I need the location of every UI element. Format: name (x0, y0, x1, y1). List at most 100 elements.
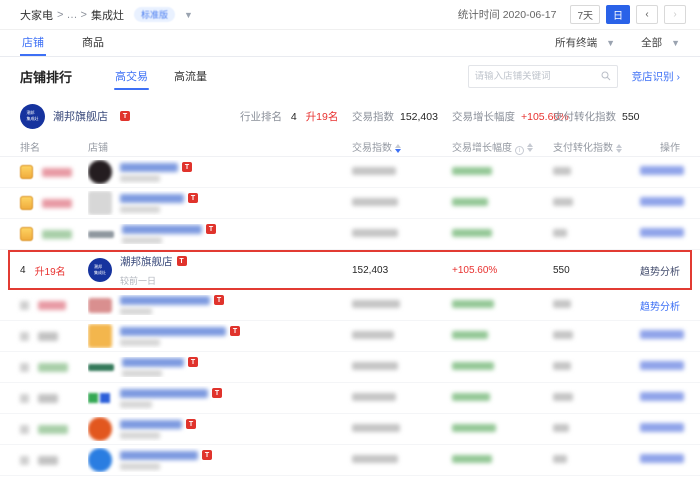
tmall-badge-icon: T (188, 357, 198, 367)
compare-label-redacted (120, 206, 160, 213)
breadcrumb-current[interactable]: 集成灶 (91, 7, 124, 23)
shop-name-redacted[interactable] (122, 225, 202, 234)
trend-analysis-link-redacted[interactable] (640, 228, 684, 237)
shop-logo (88, 160, 112, 184)
shop-row: T (0, 445, 700, 476)
breadcrumb-root[interactable]: 大家电 (20, 7, 53, 23)
version-badge: 标准版 (134, 7, 175, 22)
rank-number-redacted (20, 425, 29, 434)
shop-name-redacted[interactable] (120, 194, 184, 203)
conversion-redacted (553, 424, 569, 432)
shop-name[interactable]: 潮邦旗舰店 (120, 254, 173, 269)
subtab-high-trade[interactable]: 高交易 (114, 58, 149, 94)
summary-industry-rank: 行业排名 4 升19名 (240, 109, 352, 124)
rank-change-redacted (42, 199, 72, 208)
rank-number-redacted (20, 394, 29, 403)
trade-index-redacted (352, 198, 398, 206)
tmall-badge-icon: T (177, 256, 187, 266)
rank-change: 升19名 (35, 263, 66, 278)
shop-logo (88, 386, 112, 410)
section-header: 店铺排行 高交易 高流量 竞店识别 › (0, 57, 700, 95)
col-growth[interactable]: 交易增长幅度i (452, 139, 553, 155)
shop-name-redacted[interactable] (120, 327, 226, 336)
trade-index-redacted (352, 424, 400, 432)
rank-change-redacted (38, 363, 68, 372)
next-day-button[interactable]: › (664, 5, 686, 24)
conversion-value: 550 (553, 265, 640, 276)
tmall-badge-icon: T (212, 388, 222, 398)
stat-time-label: 统计时间 2020-06-17 (458, 7, 557, 22)
trend-analysis-link[interactable]: 趋势分析 (640, 302, 680, 313)
chevron-down-icon[interactable]: ▼ (184, 10, 193, 20)
shop-avatar: 潮邦集成灶 (20, 104, 45, 129)
tab-product[interactable]: 商品 (80, 30, 106, 56)
growth-redacted (452, 362, 494, 370)
shop-name-redacted[interactable] (120, 163, 178, 172)
trend-analysis-link-redacted[interactable] (640, 454, 684, 463)
shop-logo (88, 191, 112, 215)
trend-analysis-link-redacted[interactable] (640, 423, 684, 432)
shop-name-redacted[interactable] (120, 296, 210, 305)
shop-name-redacted[interactable] (120, 420, 182, 429)
prev-day-button[interactable]: ‹ (636, 5, 658, 24)
top-bar: 大家电 > … > 集成灶 标准版 ▼ 统计时间 2020-06-17 7天 日… (0, 0, 700, 30)
main-tab-bar: 店铺 商品 所有终端 ▼ 全部 ▼ (0, 30, 700, 57)
conversion-redacted (553, 229, 567, 237)
shop-logo (88, 448, 112, 472)
tab-shop[interactable]: 店铺 (20, 30, 46, 56)
sort-icon (616, 144, 622, 153)
conversion-redacted (553, 455, 567, 463)
compare-label-redacted (122, 370, 162, 377)
trend-analysis-link-redacted[interactable] (640, 392, 684, 401)
table-header: 排名 店铺 交易指数 交易增长幅度i 支付转化指数 操作 (0, 137, 700, 157)
tmall-badge-icon: T (188, 193, 198, 203)
shop-avatar: 潮邦集成灶 (88, 258, 112, 282)
terminal-filter-label: 所有终端 (555, 35, 597, 50)
col-action: 操作 (640, 139, 680, 154)
tmall-badge-icon: T (206, 224, 216, 234)
trend-analysis-link-redacted[interactable] (640, 197, 684, 206)
arrow-right-icon: › (677, 71, 681, 83)
trend-analysis-link[interactable]: 趋势分析 (640, 267, 680, 278)
shop-name-redacted[interactable] (122, 358, 184, 367)
rank-number-redacted (20, 456, 29, 465)
conversion-redacted (553, 331, 573, 339)
trade-index-redacted (352, 300, 400, 308)
compare-label-redacted (120, 308, 152, 315)
terminal-filter-dropdown[interactable]: 所有终端 ▼ (555, 35, 615, 50)
shop-logo (88, 364, 114, 371)
competitor-identify-label: 竞店识别 (632, 71, 674, 83)
scope-filter-label: 全部 (641, 35, 662, 50)
conversion-redacted (553, 198, 573, 206)
growth-redacted (452, 424, 496, 432)
summary-growth: 交易增长幅度+105.60% (452, 109, 553, 124)
col-shop: 店铺 (88, 139, 352, 154)
competitor-identify-link[interactable]: 竞店识别 › (632, 69, 680, 84)
growth-redacted (452, 393, 490, 401)
trend-analysis-link-redacted[interactable] (640, 361, 684, 370)
range-day-button[interactable]: 日 (606, 5, 630, 24)
col-conversion[interactable]: 支付转化指数 (553, 139, 640, 154)
shop-search-box[interactable] (468, 65, 618, 88)
summary-conversion: 支付转化指数550 (553, 109, 680, 124)
shop-row: T (0, 414, 700, 445)
shop-row: T (0, 188, 700, 219)
shop-row: T (0, 321, 700, 352)
shop-name-redacted[interactable] (120, 451, 198, 460)
tmall-badge-icon: T (186, 419, 196, 429)
search-input[interactable] (475, 71, 601, 82)
scope-filter-dropdown[interactable]: 全部 ▼ (641, 35, 680, 50)
subtab-high-traffic[interactable]: 高流量 (173, 58, 208, 94)
growth-redacted (452, 229, 492, 237)
shop-name-redacted[interactable] (120, 389, 208, 398)
shop-row: T (0, 383, 700, 414)
col-trade-index[interactable]: 交易指数 (352, 139, 452, 154)
compare-label-redacted (120, 339, 160, 346)
shop-logo (88, 324, 112, 348)
trend-analysis-link-redacted[interactable] (640, 166, 684, 175)
conversion-redacted (553, 362, 571, 370)
shop-logo (88, 417, 112, 441)
trend-analysis-link-redacted[interactable] (640, 330, 684, 339)
range-7d-button[interactable]: 7天 (570, 5, 600, 24)
summary-shop-name[interactable]: 潮邦旗舰店 (53, 108, 108, 124)
